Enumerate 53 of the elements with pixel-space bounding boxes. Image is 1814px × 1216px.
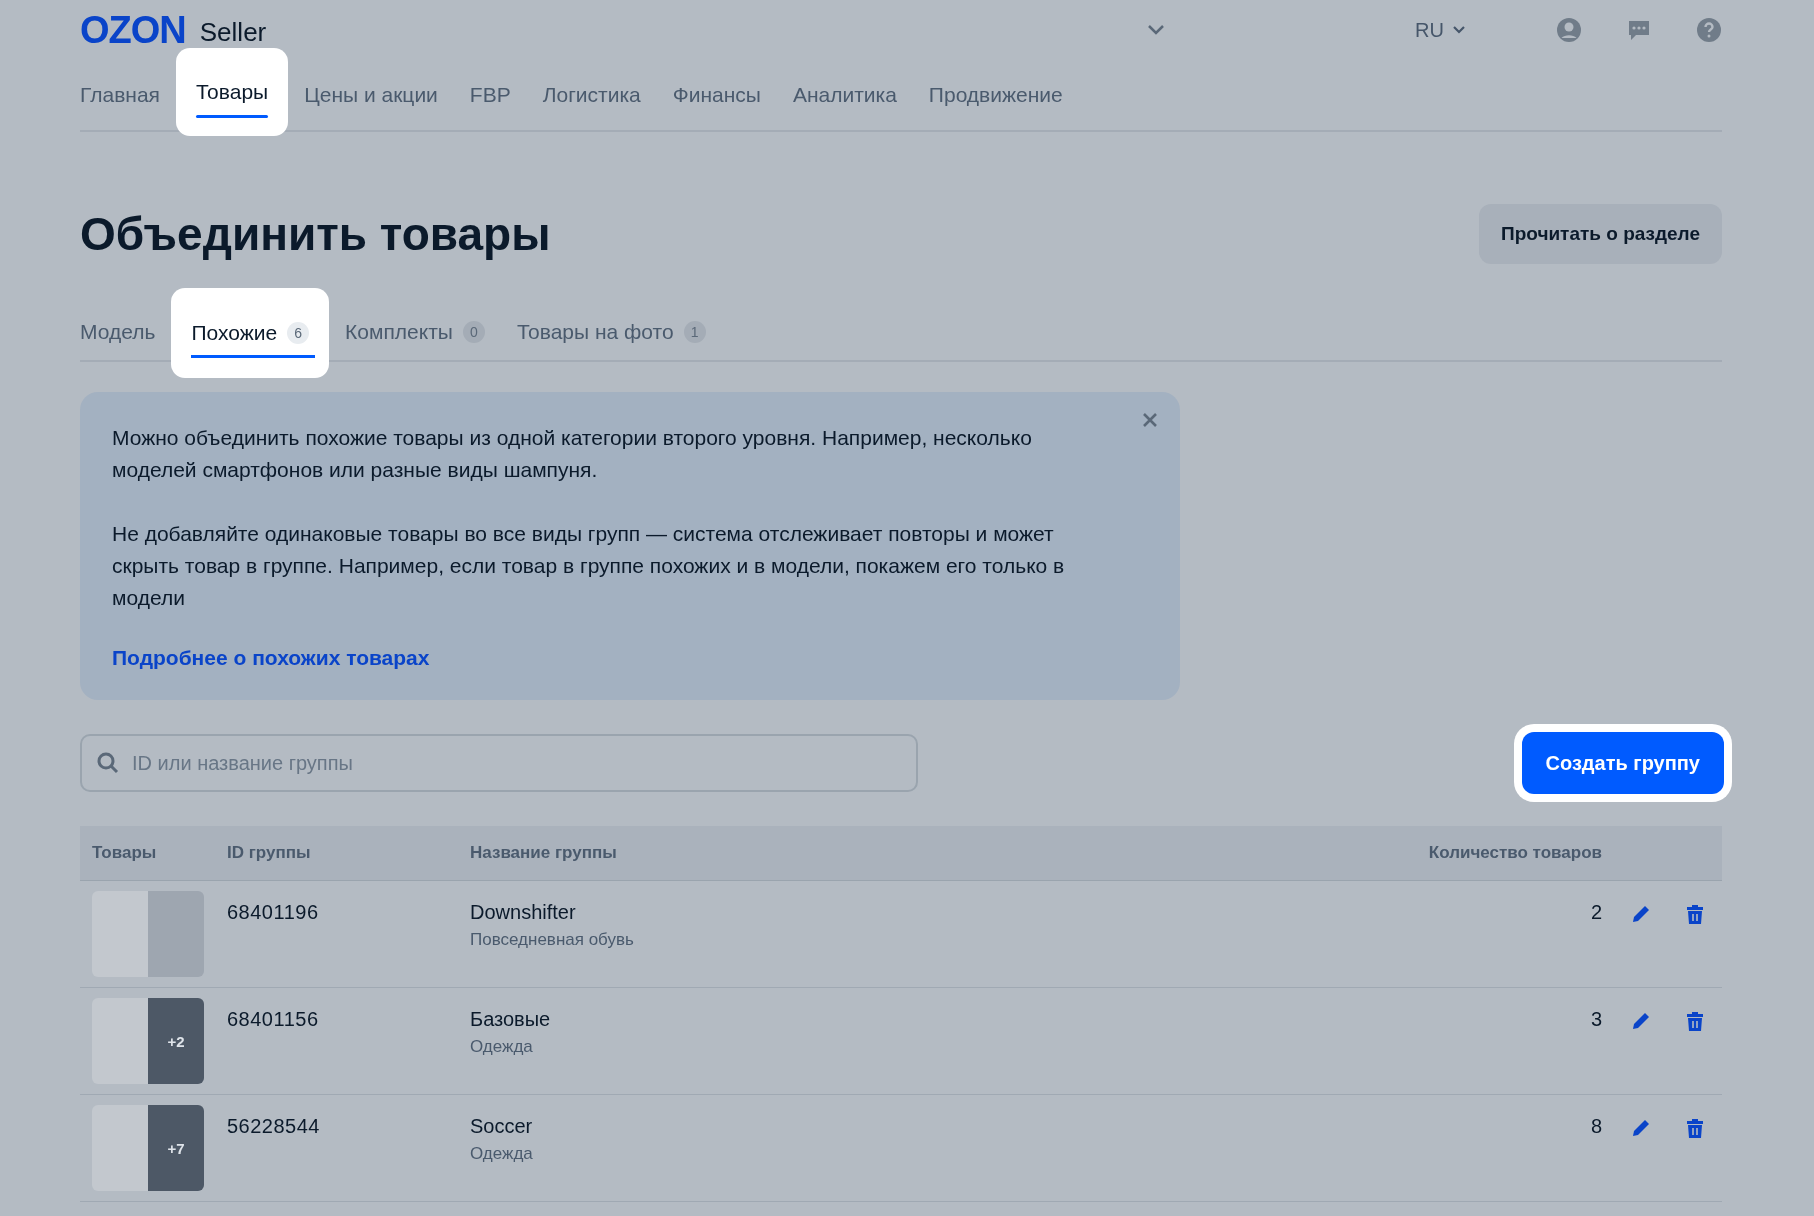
language-selector[interactable]: RU: [1409, 17, 1472, 43]
group-category: Одежда: [470, 1144, 534, 1164]
more-link[interactable]: Подробнее о похожих товарах: [112, 646, 430, 669]
info-text: Не добавляйте одинаковые товары во все виды групп — система отслеживает повторы и может скрыть товар в группе. Например, если товар в группе похожих и в модели, покажем его только в модели: [112, 521, 1066, 611]
search-field[interactable]: ID или название группы: [80, 734, 918, 792]
item-count: 2: [1590, 900, 1603, 924]
group-category: Повседневная обувь: [470, 930, 635, 950]
profile-icon[interactable]: [1556, 17, 1582, 43]
group-name: Downshifter: [470, 901, 577, 924]
nav-tab[interactable]: Финансы: [656, 60, 777, 130]
item-count: 8: [1590, 1114, 1603, 1138]
count-badge: 1: [683, 321, 706, 343]
group-name: Soccer: [470, 1115, 534, 1138]
nav-tab[interactable]: Товары: [175, 48, 289, 136]
nav-tab[interactable]: Аналитика: [776, 60, 913, 130]
group-name: Базовые: [470, 1008, 552, 1031]
edit-icon[interactable]: [1630, 1010, 1652, 1032]
edit-icon[interactable]: [1630, 903, 1652, 925]
close-icon[interactable]: [1142, 412, 1158, 428]
page-title: Объединить товары: [80, 207, 551, 261]
tab[interactable]: Модель: [80, 304, 172, 360]
logo-suffix: Seller: [199, 16, 267, 48]
group-id: 68401196: [226, 900, 320, 924]
group-id: 68401156: [226, 1007, 320, 1031]
count-badge: 6: [287, 322, 310, 344]
read-about-button[interactable]: Прочитать о разделе: [1479, 204, 1722, 264]
column-header: Количество товаров: [1427, 843, 1603, 863]
nav-tab[interactable]: Цены и акции: [288, 60, 454, 130]
item-count: 3: [1590, 1007, 1603, 1031]
nav-tab[interactable]: Логистика: [526, 60, 657, 130]
tab[interactable]: Похожие 6: [171, 288, 330, 378]
trash-icon[interactable]: [1685, 903, 1705, 925]
trash-icon[interactable]: [1685, 1117, 1705, 1139]
nav-tab[interactable]: Главная: [80, 60, 176, 130]
search-icon: [96, 751, 120, 775]
count-badge: 0: [462, 321, 485, 343]
info-text: Можно объединить похожие товары из одной категории второго уровня. Например, несколько моделей смартфонов или разные виды шампуня.: [112, 425, 1033, 483]
column-header: ID группы: [226, 843, 312, 863]
trash-icon[interactable]: [1685, 1010, 1705, 1032]
column-header: Название группы: [469, 843, 618, 863]
more-count: +2: [167, 1032, 185, 1050]
help-icon[interactable]: [1696, 17, 1722, 43]
group-id: 56228544: [226, 1114, 321, 1138]
column-header: Товары: [91, 843, 158, 863]
nav-tab[interactable]: FBP: [453, 60, 527, 130]
tab[interactable]: Товары на фото 1: [500, 304, 722, 360]
group-category: Одежда: [470, 1037, 534, 1057]
tab[interactable]: Комплекты 0: [329, 304, 501, 360]
edit-icon[interactable]: [1630, 1117, 1652, 1139]
chevron-icon: [1452, 25, 1466, 35]
chevron-icon[interactable]: [1147, 24, 1166, 36]
more-count: +7: [167, 1139, 185, 1157]
nav-tab[interactable]: Продвижение: [912, 60, 1079, 130]
